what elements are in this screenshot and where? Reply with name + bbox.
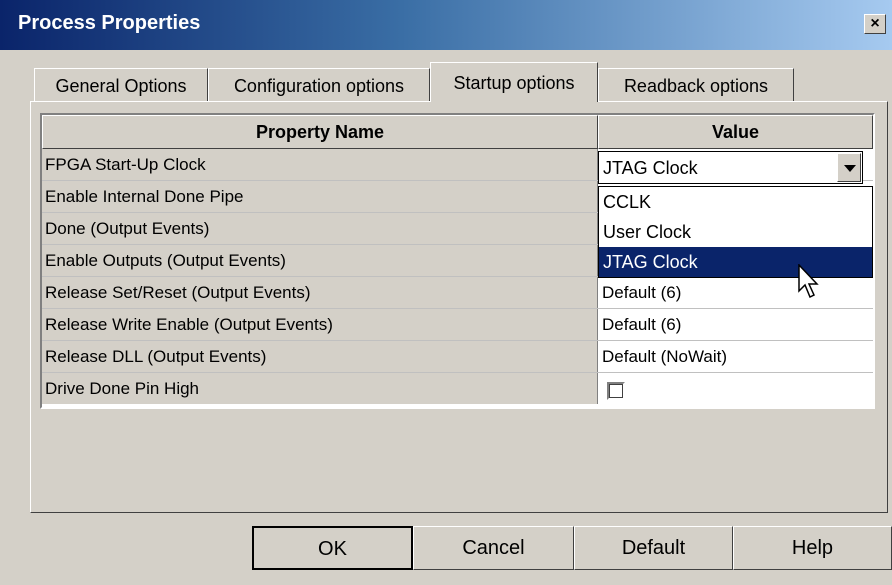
property-name: Done (Output Events) bbox=[42, 213, 598, 244]
dropdown-option-jtag-clock[interactable]: JTAG Clock bbox=[599, 247, 872, 277]
dropdown-option-user-clock[interactable]: User Clock bbox=[599, 217, 872, 247]
close-button[interactable]: × bbox=[864, 14, 886, 34]
startup-clock-select[interactable]: JTAG Clock bbox=[598, 151, 863, 184]
property-value bbox=[598, 373, 873, 404]
property-name: Release Write Enable (Output Events) bbox=[42, 309, 598, 340]
tab-readback-options[interactable]: Readback options bbox=[598, 68, 794, 102]
property-value[interactable]: Default (NoWait) bbox=[598, 341, 873, 372]
tab-general-options[interactable]: General Options bbox=[34, 68, 208, 102]
property-name: FPGA Start-Up Clock bbox=[42, 149, 598, 180]
table-row[interactable]: Release Write Enable (Output Events) Def… bbox=[42, 309, 873, 341]
table-row[interactable]: Release Set/Reset (Output Events) Defaul… bbox=[42, 277, 873, 309]
title-bar: Process Properties × bbox=[0, 0, 892, 50]
help-button[interactable]: Help bbox=[733, 526, 892, 570]
header-value: Value bbox=[598, 115, 873, 149]
tab-startup-options[interactable]: Startup options bbox=[430, 62, 598, 102]
drive-done-pin-checkbox[interactable] bbox=[607, 382, 625, 400]
mouse-pointer-icon bbox=[798, 264, 819, 299]
property-value[interactable]: Default (6) bbox=[598, 277, 873, 308]
tab-configuration-options[interactable]: Configuration options bbox=[208, 68, 430, 102]
close-icon: × bbox=[870, 15, 880, 32]
table-row[interactable]: Release DLL (Output Events) Default (NoW… bbox=[42, 341, 873, 373]
chevron-down-icon[interactable] bbox=[837, 153, 861, 182]
property-name: Enable Internal Done Pipe bbox=[42, 181, 598, 212]
property-value[interactable]: Default (6) bbox=[598, 309, 873, 340]
header-property-name: Property Name bbox=[42, 115, 598, 149]
property-name: Drive Done Pin High bbox=[42, 373, 598, 404]
property-name: Enable Outputs (Output Events) bbox=[42, 245, 598, 276]
table-row[interactable]: Drive Done Pin High bbox=[42, 373, 873, 405]
property-name: Release DLL (Output Events) bbox=[42, 341, 598, 372]
default-button[interactable]: Default bbox=[574, 526, 733, 570]
ok-button[interactable]: OK bbox=[252, 526, 413, 570]
property-name: Release Set/Reset (Output Events) bbox=[42, 277, 598, 308]
window-title: Process Properties bbox=[18, 12, 201, 34]
startup-clock-dropdown: CCLK User Clock JTAG Clock bbox=[598, 186, 873, 278]
cancel-button[interactable]: Cancel bbox=[413, 526, 574, 570]
dropdown-option-cclk[interactable]: CCLK bbox=[599, 187, 872, 217]
startup-clock-selected-value: JTAG Clock bbox=[603, 158, 698, 178]
